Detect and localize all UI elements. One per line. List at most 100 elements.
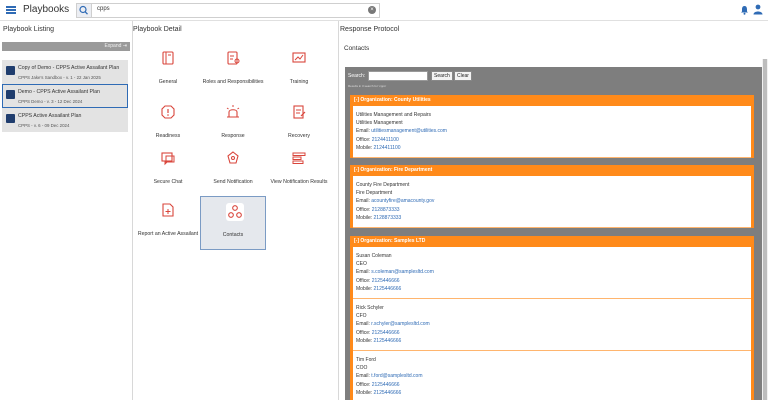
book-icon bbox=[162, 51, 174, 65]
training-icon bbox=[292, 52, 306, 63]
contact-email-link[interactable]: utilitiesmanagement@utilities.com bbox=[371, 128, 447, 134]
contact-email-link[interactable]: t.ford@samplesltd.com bbox=[371, 373, 422, 379]
contact-mobile-link[interactable]: 2125446666 bbox=[374, 390, 402, 396]
playbook-item[interactable]: CPPS Active Assailant Plan CPPS - v. 6 -… bbox=[2, 108, 128, 132]
contact-name: Susan Coleman bbox=[356, 253, 392, 259]
contact-mobile-link[interactable]: 2128873333 bbox=[374, 215, 402, 221]
playbook-subtitle: CPPS - v. 6 - 09 Dec 2024 bbox=[18, 123, 70, 128]
tile-contacts[interactable]: Contacts bbox=[200, 196, 266, 250]
org-header[interactable]: [-] Organization: Fire Department bbox=[350, 165, 754, 176]
contact-card: Utilities Management and Repairs Utiliti… bbox=[353, 106, 751, 159]
tile-label: Contacts bbox=[222, 232, 244, 238]
top-bar: Playbooks cpps × bbox=[0, 0, 768, 21]
tile-training[interactable]: Training bbox=[266, 44, 332, 98]
expand-icon: ⇥ bbox=[122, 43, 127, 49]
playbook-icon bbox=[6, 90, 15, 99]
playbook-subtitle: CPPS Jake's Sandbox - v. 1 - 22 Jan 2025 bbox=[18, 75, 101, 80]
org-header[interactable]: [-] Organization: Samples LTD bbox=[350, 236, 754, 247]
contact-office-link[interactable]: 2124411100 bbox=[372, 137, 399, 143]
scrollbar[interactable] bbox=[762, 59, 768, 400]
contact-email-link[interactable]: acountyfire@amacounty.gov bbox=[371, 198, 434, 204]
alert-octagon-icon bbox=[161, 105, 175, 119]
contact-card: County Fire Department Fire Department E… bbox=[353, 176, 751, 229]
results-info: Results in 3 search for 'cpps' bbox=[348, 84, 387, 88]
expand-button[interactable]: Expand ⇥ bbox=[2, 42, 130, 51]
tile-label: Send Notification bbox=[213, 179, 253, 185]
tile-label: Recovery bbox=[288, 133, 310, 139]
report-add-icon bbox=[162, 203, 174, 217]
contact-office-link[interactable]: 2128873333 bbox=[372, 207, 400, 213]
contact-office-link[interactable]: 2125446666 bbox=[372, 382, 400, 388]
playbook-icon bbox=[6, 114, 15, 123]
search-value[interactable]: cpps bbox=[97, 6, 110, 12]
tile-view-notification-results[interactable]: View Notification Results bbox=[266, 144, 332, 198]
listing-heading: Playbook Listing bbox=[3, 26, 54, 33]
contacts-heading: Contacts bbox=[344, 45, 370, 52]
search-input[interactable]: cpps × bbox=[76, 3, 380, 18]
clipboard-user-icon bbox=[227, 51, 240, 65]
contact-title: CEO bbox=[356, 261, 367, 268]
divider bbox=[132, 21, 133, 400]
tile-label: View Notification Results bbox=[270, 179, 328, 185]
contact-mobile-link[interactable]: 2124411100 bbox=[374, 145, 401, 151]
menu-icon[interactable] bbox=[6, 6, 16, 14]
tile-label: Roles and Responsibilities bbox=[202, 79, 264, 85]
bell-icon[interactable] bbox=[740, 5, 749, 15]
contact-email-link[interactable]: s.coleman@samplesltd.com bbox=[371, 269, 434, 275]
playbook-title: CPPS Active Assailant Plan bbox=[18, 113, 82, 119]
contact-title: Utilities Management bbox=[356, 120, 403, 127]
contact-office-link[interactable]: 2125446666 bbox=[372, 278, 400, 284]
contact-name: Tim Ford bbox=[356, 357, 376, 364]
app-title: Playbooks bbox=[23, 4, 70, 15]
tile-label: Readiness bbox=[155, 133, 181, 139]
tile-label: Training bbox=[289, 79, 309, 85]
tile-general[interactable]: General bbox=[135, 44, 201, 98]
user-icon[interactable] bbox=[753, 4, 763, 15]
tile-send-notification[interactable]: Send Notification bbox=[200, 144, 266, 198]
contacts-network-icon bbox=[226, 203, 244, 221]
playbook-title: Copy of Demo - CPPS Active Assailant Pla… bbox=[18, 65, 120, 71]
protocol-heading: Response Protocol bbox=[340, 26, 400, 33]
contact-title: Fire Department bbox=[356, 190, 393, 197]
contact-office-link[interactable]: 2125446666 bbox=[372, 330, 400, 336]
tile-label: Secure Chat bbox=[153, 179, 183, 185]
playbook-icon bbox=[6, 66, 15, 75]
org-header[interactable]: [-] Organization: County Utilities bbox=[350, 95, 754, 106]
org-section: [-] Organization: County Utilities Utili… bbox=[350, 95, 754, 159]
tile-label: Report an Active Assailant bbox=[137, 231, 199, 237]
playbook-subtitle: CPPS Demo - v. 3 - 12 Dec 2024 bbox=[18, 99, 83, 104]
playbook-title: Demo - CPPS Active Assailant Plan bbox=[18, 89, 100, 95]
scrollbar-thumb[interactable] bbox=[763, 59, 767, 400]
tile-label: Response bbox=[221, 133, 245, 139]
tile-label: General bbox=[158, 79, 178, 85]
chat-icon bbox=[161, 152, 175, 166]
clear-button[interactable]: Clear bbox=[454, 71, 472, 81]
contact-mobile-link[interactable]: 2125446666 bbox=[374, 286, 402, 292]
detail-heading: Playbook Detail bbox=[133, 26, 182, 33]
org-section: [-] Organization: Fire Department County… bbox=[350, 165, 754, 229]
contact-title: CFO bbox=[356, 313, 367, 320]
tile-secure-chat[interactable]: Secure Chat bbox=[135, 144, 201, 198]
divider bbox=[338, 21, 339, 400]
tile-roles[interactable]: Roles and Responsibilities bbox=[200, 44, 266, 98]
contact-mobile-link[interactable]: 2125446666 bbox=[374, 338, 402, 344]
contact-name: County Fire Department bbox=[356, 182, 410, 188]
siren-icon bbox=[226, 105, 240, 118]
search-button[interactable]: Search bbox=[431, 71, 453, 81]
contact-name: Utilities Management and Repairs bbox=[356, 112, 432, 118]
tile-report-active-assailant[interactable]: Report an Active Assailant bbox=[135, 196, 201, 258]
contact-title: COO bbox=[356, 365, 368, 372]
contact-card: Susan Coleman CEO Email: s.coleman@sampl… bbox=[353, 247, 751, 300]
clear-search-icon[interactable]: × bbox=[368, 6, 376, 14]
org-section: [-] Organization: Samples LTD Susan Cole… bbox=[350, 236, 754, 400]
playbook-item[interactable]: Copy of Demo - CPPS Active Assailant Pla… bbox=[2, 60, 128, 84]
contacts-search-input[interactable] bbox=[368, 71, 428, 81]
contact-email-link[interactable]: r.schyler@samplesltd.com bbox=[371, 321, 429, 327]
search-label: Search: bbox=[348, 73, 366, 79]
contact-card: Rick Schyler CFO Email: r.schyler@sample… bbox=[353, 299, 751, 352]
contact-card: Tim Ford COO Email: t.ford@samplesltd.co… bbox=[353, 351, 751, 400]
playbook-item[interactable]: Demo - CPPS Active Assailant Plan CPPS D… bbox=[2, 84, 128, 108]
notification-icon bbox=[227, 151, 239, 164]
search-icon[interactable] bbox=[77, 4, 92, 17]
results-list-icon bbox=[292, 152, 306, 164]
